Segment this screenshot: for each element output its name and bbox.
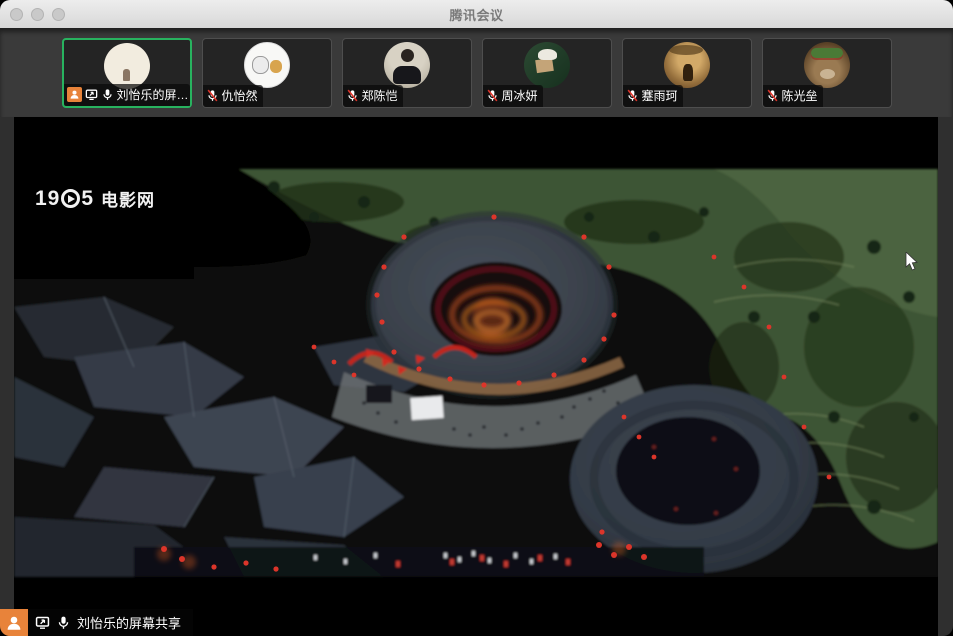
close-button[interactable] [10,8,23,21]
participant-nameplate: 仇怡然 [203,85,263,107]
microphone-icon [56,615,71,630]
participant-thumbnail[interactable]: 刘怡乐的屏… [62,38,192,108]
window-titlebar: 腾讯会议 [0,0,953,28]
participant-thumbnail[interactable]: 郑陈恺 [342,38,472,108]
participant-name: 周冰妍 [502,87,538,104]
minimize-button[interactable] [31,8,44,21]
share-banner-body: 刘怡乐的屏幕共享 [28,609,193,636]
screen-share-banner: 刘怡乐的屏幕共享 [0,609,193,636]
participant-thumbnail[interactable]: 陈光垒 [762,38,892,108]
share-banner-label: 刘怡乐的屏幕共享 [77,613,181,632]
meeting-window: 腾讯会议 刘怡乐的屏… [0,0,953,636]
traffic-lights [10,8,65,21]
participant-nameplate: 陈光垒 [763,85,823,107]
shared-screen-stage: 19 5 电影网 [14,117,938,636]
avatar [384,42,430,88]
participant-nameplate: 郑陈恺 [343,85,403,107]
participant-name: 蹇雨珂 [642,87,678,104]
screen-share-icon [85,88,98,101]
participant-nameplate: 刘怡乐的屏… [64,84,190,106]
host-badge-icon [0,609,28,636]
screen-share-icon [35,615,50,630]
watermark-digits: 5 [81,187,94,211]
participant-thumbnail[interactable]: 仇怡然 [202,38,332,108]
participant-name: 陈光垒 [782,87,818,104]
participant-thumbnail[interactable]: 周冰妍 [482,38,612,108]
participant-nameplate: 蹇雨珂 [623,85,683,107]
participant-thumbnail[interactable]: 蹇雨珂 [622,38,752,108]
window-title: 腾讯会议 [449,5,503,24]
microphone-muted-icon [486,89,499,102]
participant-name: 郑陈恺 [362,87,398,104]
participant-strip: 刘怡乐的屏… 仇怡然 [0,28,953,117]
participant-name: 刘怡乐的屏… [117,86,189,103]
watermark-digits: 19 [35,187,60,211]
play-circle-icon [61,189,80,208]
watermark-label: 电影网 [101,186,155,211]
mouse-cursor-icon [905,252,919,272]
watermark-1905-logo: 19 5 电影网 [35,186,155,211]
microphone-muted-icon [626,89,639,102]
microphone-muted-icon [346,89,359,102]
avatar [104,43,150,89]
microphone-icon [101,88,114,101]
microphone-muted-icon [766,89,779,102]
avatar [664,42,710,88]
microphone-muted-icon [206,89,219,102]
participant-name: 仇怡然 [222,87,258,104]
participant-nameplate: 周冰妍 [483,85,543,107]
host-badge-icon [67,87,82,102]
zoom-button[interactable] [52,8,65,21]
avatar [804,42,850,88]
avatar [524,42,570,88]
avatar [244,42,290,88]
